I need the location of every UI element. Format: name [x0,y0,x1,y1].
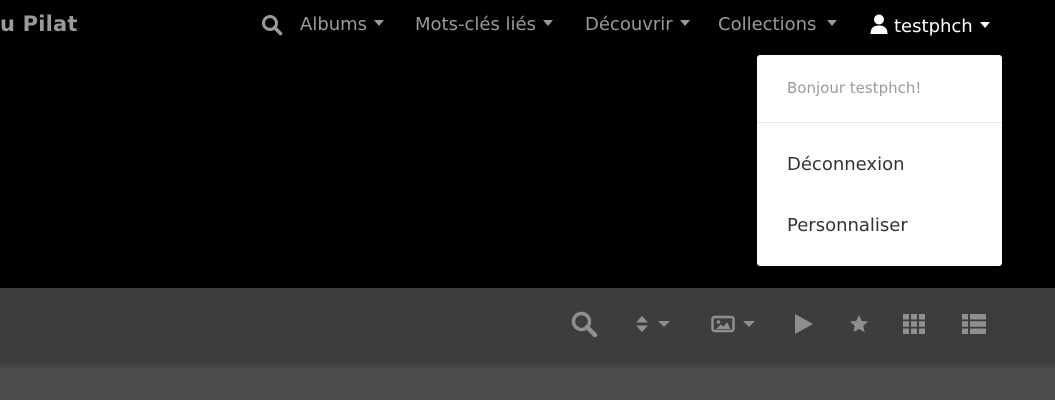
chevron-down-icon [827,20,838,26]
nav-related-tags-label: Mots-clés liés [415,14,536,35]
list-view-icon [962,314,986,334]
sort-order-button[interactable] [635,310,670,338]
sort-icon [635,315,649,333]
image-size-button[interactable] [711,310,755,338]
chevron-down-icon [543,20,553,26]
nav-user-label: testphch [894,16,973,37]
slideshow-button[interactable] [793,310,815,338]
toolbar-shadow [0,360,1055,370]
grid-view-icon [903,314,925,334]
nav-discover[interactable]: Découvrir [585,14,690,35]
favorites-button[interactable] [848,310,870,338]
search-icon[interactable] [261,14,283,36]
chevron-down-icon [979,22,990,28]
chevron-down-icon [658,321,670,327]
chevron-down-icon [374,20,385,26]
chevron-down-icon [679,20,690,26]
chevron-down-icon [743,321,755,327]
user-greeting: Bonjour testphch! [787,79,922,97]
user-icon [870,14,888,39]
site-title[interactable]: u Pilat [0,12,78,36]
grid-view-button[interactable] [903,310,925,338]
nav-discover-label: Découvrir [585,14,673,35]
play-slideshow-icon [793,312,815,336]
menu-item-logout[interactable]: Déconnexion [787,154,905,175]
nav-related-tags[interactable]: Mots-clés liés [415,14,553,35]
image-size-icon [711,315,735,333]
nav-albums[interactable]: Albums [300,14,385,35]
album-toolbar [0,288,1055,360]
star-icon [848,313,870,335]
list-view-button[interactable] [962,310,986,338]
menu-item-customize[interactable]: Personnaliser [787,215,908,236]
user-dropdown-menu: Bonjour testphch! Déconnexion Personnali… [757,55,1002,266]
dropdown-divider [757,122,1002,123]
top-navbar: u Pilat Albums Mots-clés liés Découvrir … [0,0,1055,54]
toolbar-search-button[interactable] [570,310,598,338]
search-icon [570,310,598,338]
nav-collections-label: Collections [718,14,817,35]
nav-collections[interactable]: Collections [718,14,838,35]
nav-albums-label: Albums [300,14,368,35]
nav-user-menu[interactable]: testphch [870,14,990,39]
